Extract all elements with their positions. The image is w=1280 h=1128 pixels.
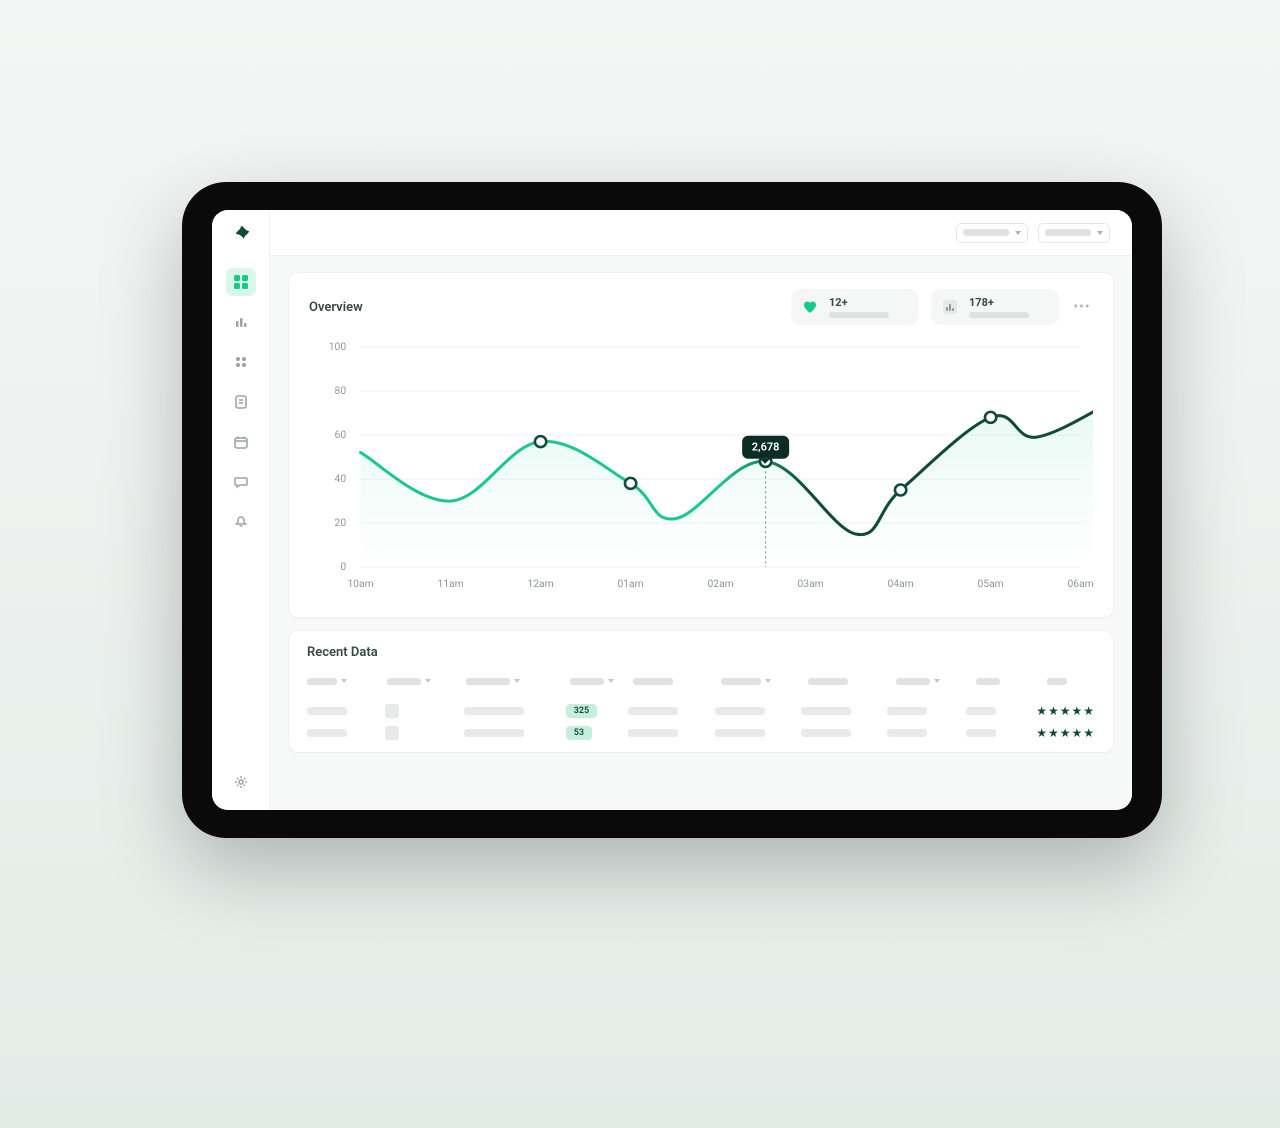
svg-text:0: 0 xyxy=(340,562,346,573)
nav-settings[interactable] xyxy=(226,768,256,796)
svg-text:04am: 04am xyxy=(888,579,914,590)
thumbnail xyxy=(385,704,399,718)
cell xyxy=(801,707,851,715)
nav-notifications[interactable] xyxy=(226,508,256,536)
svg-text:11am: 11am xyxy=(437,579,463,590)
nav-dashboard[interactable] xyxy=(226,268,256,296)
filter-dropdown-2[interactable] xyxy=(1038,223,1110,243)
cell xyxy=(307,707,347,715)
overview-title: Overview xyxy=(309,300,363,315)
svg-text:06am: 06am xyxy=(1068,579,1093,590)
col-header[interactable] xyxy=(1047,678,1095,685)
cell xyxy=(307,729,347,737)
count-badge: 325 xyxy=(566,704,597,718)
cell xyxy=(715,707,765,715)
cell xyxy=(887,707,927,715)
chart-icon xyxy=(941,298,959,316)
recent-data-title: Recent Data xyxy=(307,645,1095,660)
table-row[interactable]: 325 ★★★★★ xyxy=(307,700,1095,722)
nav-messages[interactable] xyxy=(226,468,256,496)
svg-text:02am: 02am xyxy=(707,579,733,590)
col-header[interactable] xyxy=(896,678,968,685)
chevron-down-icon xyxy=(1015,231,1021,235)
cell xyxy=(628,729,678,737)
col-header[interactable] xyxy=(976,678,1040,685)
svg-text:01am: 01am xyxy=(617,579,643,590)
recent-data-table: 325 ★★★★★ 53 ★★★★★ xyxy=(307,670,1095,744)
nav-apps[interactable] xyxy=(226,348,256,376)
cell xyxy=(715,729,765,737)
sidebar xyxy=(212,210,270,810)
svg-text:40: 40 xyxy=(335,474,347,485)
svg-text:10am: 10am xyxy=(347,579,373,590)
col-header[interactable] xyxy=(633,678,713,685)
stat-label xyxy=(969,312,1029,318)
svg-text:20: 20 xyxy=(335,518,347,529)
cell xyxy=(801,729,851,737)
rating-stars: ★★★★★ xyxy=(1036,705,1095,717)
rating-stars: ★★★★★ xyxy=(1036,727,1095,739)
tablet-frame: Overview 12+ xyxy=(182,182,1162,838)
screen: Overview 12+ xyxy=(212,210,1132,810)
content: Overview 12+ xyxy=(270,256,1132,810)
svg-text:60: 60 xyxy=(335,430,347,441)
col-header[interactable] xyxy=(387,678,459,685)
stat-label xyxy=(829,312,889,318)
card-menu-button[interactable]: ••• xyxy=(1071,296,1093,318)
svg-text:80: 80 xyxy=(335,386,347,397)
col-header[interactable] xyxy=(570,678,626,685)
col-header[interactable] xyxy=(466,678,561,685)
col-header[interactable] xyxy=(721,678,801,685)
chevron-down-icon xyxy=(1097,231,1103,235)
col-header[interactable] xyxy=(808,678,888,685)
stat-favorites[interactable]: 12+ xyxy=(791,289,919,325)
svg-text:100: 100 xyxy=(329,342,347,353)
cell xyxy=(628,707,678,715)
cell xyxy=(966,729,996,737)
heart-icon xyxy=(801,298,819,316)
cell xyxy=(464,729,524,737)
topbar xyxy=(270,210,1132,256)
recent-data-card: Recent Data xyxy=(288,630,1114,753)
app-logo xyxy=(229,224,253,248)
overview-chart[interactable]: 0 20 40 60 80 100 10am 11am 12am 01am 02am 03am 04am… xyxy=(309,331,1093,601)
nav-analytics[interactable] xyxy=(226,308,256,336)
stat-activity[interactable]: 178+ xyxy=(931,289,1059,325)
stat-value: 12+ xyxy=(829,296,889,309)
col-header[interactable] xyxy=(307,678,379,685)
svg-text:05am: 05am xyxy=(978,579,1004,590)
svg-text:12am: 12am xyxy=(527,579,553,590)
table-row[interactable]: 53 ★★★★★ xyxy=(307,722,1095,744)
table-header xyxy=(307,670,1095,692)
stat-value: 178+ xyxy=(969,296,1029,309)
cell xyxy=(464,707,524,715)
nav-documents[interactable] xyxy=(226,388,256,416)
cell xyxy=(966,707,996,715)
count-badge: 53 xyxy=(566,726,592,740)
cell xyxy=(887,729,927,737)
thumbnail xyxy=(385,726,399,740)
svg-text:03am: 03am xyxy=(798,579,824,590)
main: Overview 12+ xyxy=(270,210,1132,810)
overview-card: Overview 12+ xyxy=(288,272,1114,618)
nav-calendar[interactable] xyxy=(226,428,256,456)
filter-dropdown-1[interactable] xyxy=(956,223,1028,243)
